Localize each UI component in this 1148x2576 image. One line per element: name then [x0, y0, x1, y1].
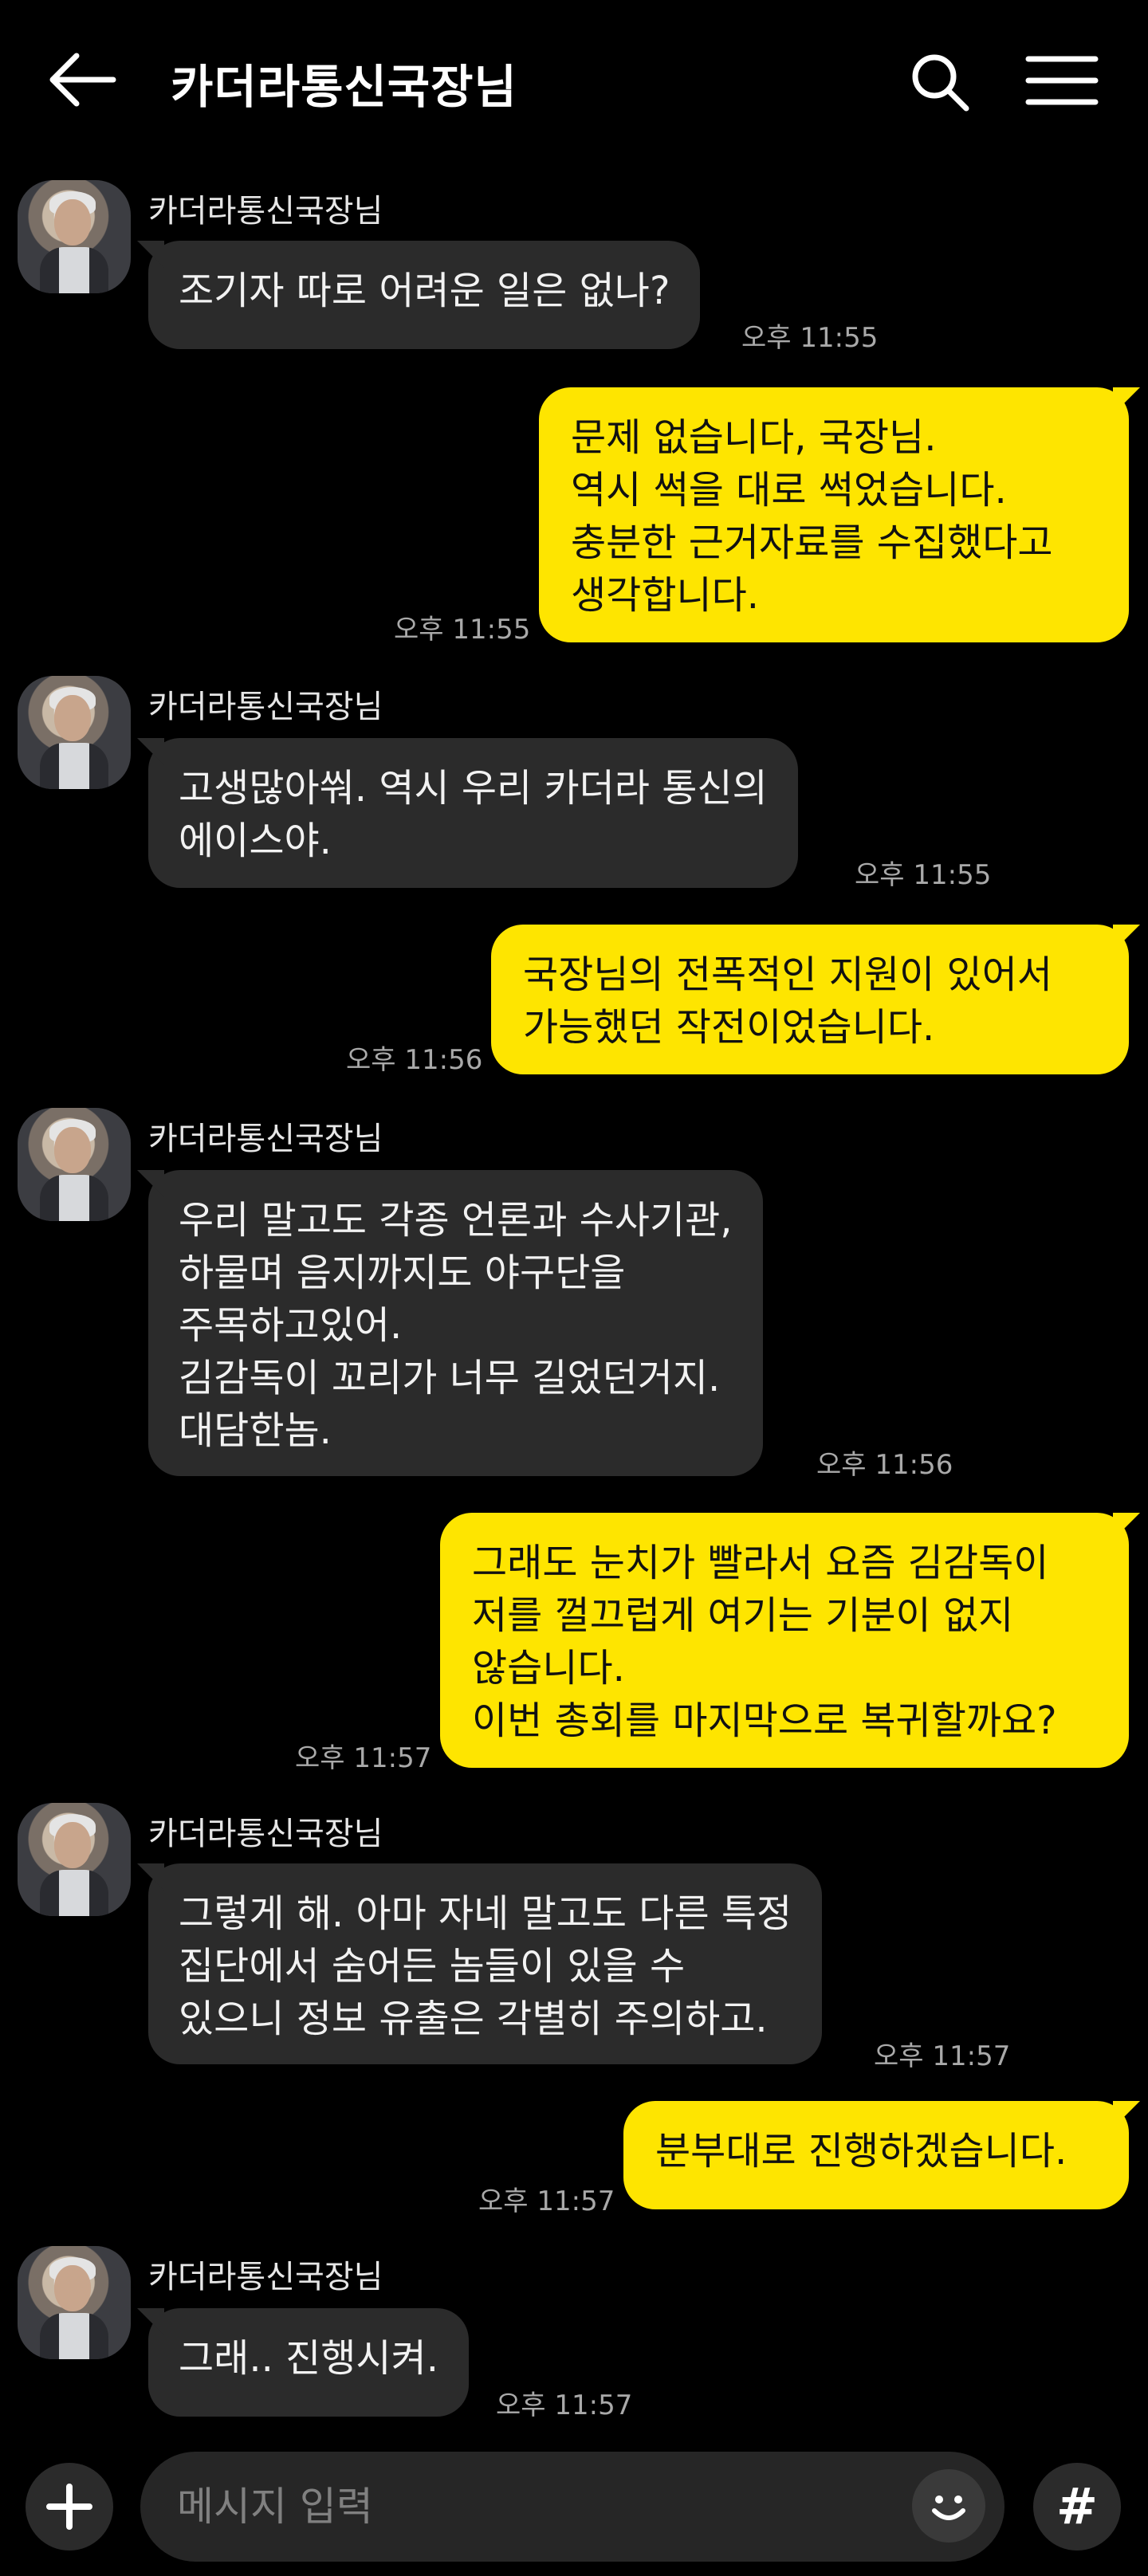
incoming-message-bubble[interactable]: 고생많아쒀. 역시 우리 카더라 통신의 에이스야.	[137, 738, 798, 888]
incoming-message-bubble[interactable]: 우리 말고도 각종 언론과 수사기관, 하물며 음지까지도 야구단을 주목하고있…	[137, 1170, 763, 1476]
sender-name: 카더라통신국장님	[148, 1121, 383, 1157]
search-button[interactable]	[909, 51, 973, 115]
sender-avatar[interactable]	[18, 2246, 131, 2359]
sender-name: 카더라통신국장님	[148, 1816, 383, 1852]
message-timestamp: 오후 11:56	[346, 1044, 483, 1076]
incoming-message-bubble[interactable]: 조기자 따로 어려운 일은 없나?	[136, 241, 701, 349]
smiley-icon	[932, 2496, 965, 2520]
emoji-button[interactable]	[912, 2469, 985, 2543]
message-timestamp: 오후 11:55	[394, 614, 531, 646]
arrow-left-icon	[49, 53, 116, 107]
message-timestamp: 오후 11:57	[874, 2040, 1011, 2072]
sender-avatar[interactable]	[18, 676, 131, 789]
menu-button[interactable]	[1024, 53, 1100, 108]
hamburger-menu-icon	[1025, 56, 1099, 105]
incoming-message-bubble[interactable]: 그래.. 진행시켜.	[137, 2308, 469, 2417]
back-button[interactable]	[45, 48, 124, 112]
outgoing-message-bubble[interactable]: 국장님의 전폭적인 지원이 있어서 가능했던 작전이었습니다.	[491, 925, 1140, 1074]
search-icon	[912, 54, 969, 112]
hashtag-search-button[interactable]: #	[1033, 2463, 1121, 2550]
sender-name: 카더라통신국장님	[148, 193, 383, 230]
incoming-message-bubble[interactable]: 그렇게 해. 아마 자네 말고도 다른 특정 집단에서 숨어든 놈들이 있을 수…	[136, 1863, 823, 2064]
attach-button[interactable]	[26, 2463, 113, 2550]
outgoing-message-bubble[interactable]: 문제 없습니다, 국장님. 역시 썩을 대로 썩었습니다. 충분한 근거자료를 …	[539, 387, 1140, 642]
chat-title: 카더라통신국장님	[171, 60, 517, 114]
message-timestamp: 오후 11:55	[741, 322, 879, 354]
sender-avatar[interactable]	[18, 1108, 131, 1221]
sender-avatar[interactable]	[18, 180, 131, 293]
outgoing-message-bubble[interactable]: 그래도 눈치가 빨라서 요즘 김감독이 저를 껄끄럽게 여기는 기분이 없지 않…	[440, 1513, 1140, 1768]
message-timestamp: 오후 11:57	[478, 2185, 615, 2217]
message-input[interactable]: 메시지 입력	[140, 2452, 1005, 2562]
message-timestamp: 오후 11:57	[496, 2389, 633, 2421]
sender-name: 카더라통신국장님	[148, 689, 383, 725]
sender-name: 카더라통신국장님	[148, 2259, 383, 2295]
outgoing-message-bubble[interactable]: 분부대로 진행하겠습니다.	[623, 2101, 1140, 2209]
message-timestamp: 오후 11:55	[855, 859, 992, 891]
message-timestamp: 오후 11:57	[295, 1742, 432, 1774]
sender-avatar[interactable]	[18, 1803, 131, 1916]
plus-icon	[46, 2484, 92, 2530]
message-timestamp: 오후 11:56	[816, 1449, 953, 1481]
chat-header: 카더라통신국장님	[0, 0, 1148, 159]
